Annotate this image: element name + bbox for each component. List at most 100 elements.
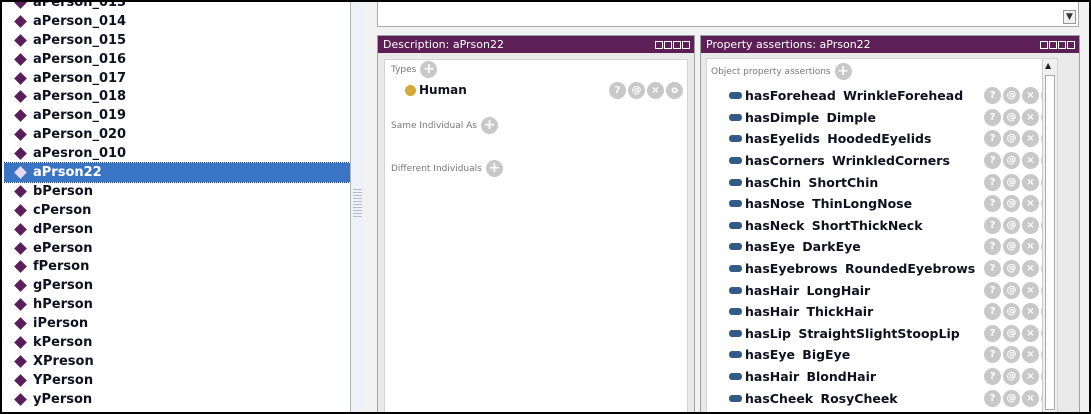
delete-icon[interactable]: × — [1022, 389, 1039, 407]
individual-item[interactable]: gPerson — [4, 276, 350, 295]
annotate-icon[interactable]: @ — [1003, 216, 1020, 234]
assertion-row[interactable]: hasHair BlondHair?@×o — [729, 366, 1057, 388]
split-divider[interactable] — [350, 2, 364, 412]
scroll-thumb[interactable] — [1045, 75, 1055, 410]
annotate-icon[interactable]: @ — [1003, 195, 1020, 213]
individual-item[interactable]: aPerson_014 — [4, 12, 350, 31]
delete-icon[interactable]: × — [1022, 260, 1039, 278]
chevron-down-icon[interactable]: ▼ — [1063, 10, 1076, 24]
delete-icon[interactable]: × — [1022, 303, 1039, 321]
add-different-individual-plus-icon[interactable]: + — [485, 160, 503, 177]
delete-icon[interactable]: × — [647, 81, 664, 99]
individual-item[interactable]: aPerson_020 — [4, 125, 350, 144]
individual-item[interactable]: aPerson_013 — [4, 2, 350, 12]
view-controls[interactable] — [1040, 40, 1079, 49]
help-icon[interactable]: ? — [984, 216, 1001, 234]
assertion-row[interactable]: hasNose ThinLongNose?@×o — [729, 193, 1057, 215]
delete-icon[interactable]: × — [1022, 152, 1039, 170]
individual-item[interactable]: aPerson_019 — [4, 106, 350, 125]
help-icon[interactable]: ? — [984, 195, 1001, 213]
annotate-icon[interactable]: @ — [1003, 152, 1020, 170]
individual-item[interactable]: fPerson — [4, 257, 350, 276]
individual-item[interactable]: hPerson — [4, 295, 350, 314]
assertions-scrollbar[interactable]: ▲ — [1042, 59, 1057, 412]
assertion-row[interactable]: hasEyelids HoodedEyelids?@×o — [729, 128, 1057, 150]
individual-item[interactable]: YPerson — [4, 371, 350, 390]
help-icon[interactable]: ? — [984, 87, 1001, 105]
add-object-property-plus-icon[interactable]: + — [834, 63, 852, 80]
assertion-row[interactable]: hasDimple Dimple?@×o — [729, 107, 1057, 129]
individual-item[interactable]: kPerson — [4, 333, 350, 352]
individual-item[interactable]: cPerson — [4, 201, 350, 220]
individual-item[interactable]: aPesron_010 — [4, 144, 350, 163]
annotate-icon[interactable]: @ — [1003, 130, 1020, 148]
assertion-row[interactable]: hasEye DarkEye?@×o — [729, 236, 1057, 258]
annotate-icon[interactable]: @ — [1003, 346, 1020, 364]
individual-item[interactable]: XPreson — [4, 352, 350, 371]
annotate-icon[interactable]: @ — [1003, 303, 1020, 321]
assertion-row[interactable]: hasHair LongHair?@×o — [729, 279, 1057, 301]
annotate-icon[interactable]: @ — [628, 81, 645, 99]
delete-icon[interactable]: × — [1022, 238, 1039, 256]
scroll-up-icon[interactable]: ▲ — [1045, 61, 1051, 70]
individual-item[interactable]: ePerson — [4, 239, 350, 258]
annotate-icon[interactable]: @ — [1003, 281, 1020, 299]
help-icon[interactable]: ? — [984, 152, 1001, 170]
annotate-icon[interactable]: @ — [1003, 108, 1020, 126]
assertion-row[interactable]: hasEye BigEye?@×o — [729, 344, 1057, 366]
help-icon[interactable]: ? — [984, 260, 1001, 278]
delete-icon[interactable]: × — [1022, 281, 1039, 299]
delete-icon[interactable]: × — [1022, 87, 1039, 105]
assertion-row[interactable]: hasNeck ShortThickNeck?@×o — [729, 215, 1057, 237]
help-icon[interactable]: ? — [984, 346, 1001, 364]
help-icon[interactable]: ? — [984, 130, 1001, 148]
type-row[interactable]: Human ? @ × o — [405, 80, 689, 100]
delete-icon[interactable]: × — [1022, 346, 1039, 364]
individual-item[interactable]: bPerson — [4, 182, 350, 201]
annotate-icon[interactable]: @ — [1003, 238, 1020, 256]
help-icon[interactable]: ? — [984, 238, 1001, 256]
assertion-row[interactable]: hasForehead WrinkleForehead?@×o — [729, 85, 1057, 107]
help-icon[interactable]: ? — [984, 324, 1001, 342]
individual-item[interactable]: iPerson — [4, 314, 350, 333]
individual-item[interactable]: aPerson_016 — [4, 50, 350, 69]
individual-item[interactable]: aPrson22 — [4, 162, 350, 183]
help-icon[interactable]: ? — [609, 81, 626, 99]
assertion-row[interactable]: hasChin ShortChin?@×o — [729, 171, 1057, 193]
annotate-icon[interactable]: @ — [1003, 87, 1020, 105]
individual-item[interactable]: dPerson — [4, 220, 350, 239]
help-icon[interactable]: ? — [984, 108, 1001, 126]
split-grip[interactable] — [353, 187, 362, 217]
annotate-icon[interactable]: @ — [1003, 260, 1020, 278]
assertion-row[interactable]: hasCorners WrinkledCorners?@×o — [729, 150, 1057, 172]
annotate-icon[interactable]: @ — [1003, 389, 1020, 407]
delete-icon[interactable]: × — [1022, 324, 1039, 342]
annotate-icon[interactable]: @ — [1003, 324, 1020, 342]
view-controls[interactable] — [655, 40, 694, 49]
add-type-plus-icon[interactable]: + — [420, 61, 438, 78]
help-icon[interactable]: ? — [984, 368, 1001, 386]
assertion-row[interactable]: hasHair ThickHair?@×o — [729, 301, 1057, 323]
annotate-icon[interactable]: @ — [1003, 173, 1020, 191]
annotate-icon[interactable]: @ — [1003, 368, 1020, 386]
help-icon[interactable]: ? — [984, 281, 1001, 299]
add-same-individual-plus-icon[interactable]: + — [480, 117, 498, 134]
delete-icon[interactable]: × — [1022, 108, 1039, 126]
individual-item[interactable]: yPerson — [4, 390, 350, 409]
help-icon[interactable]: ? — [984, 303, 1001, 321]
individual-item[interactable]: aPerson_018 — [4, 87, 350, 106]
assertion-row[interactable]: hasLip StraightSlightStoopLip?@×o — [729, 323, 1057, 345]
delete-icon[interactable]: × — [1022, 130, 1039, 148]
help-icon[interactable]: ? — [984, 173, 1001, 191]
delete-icon[interactable]: × — [1022, 195, 1039, 213]
assertion-row[interactable]: hasEyebrows RoundedEyebrows?@×o — [729, 258, 1057, 280]
edit-icon[interactable]: o — [666, 81, 683, 99]
individual-item[interactable]: zPerson — [4, 409, 350, 412]
individual-item[interactable]: aPerson_015 — [4, 31, 350, 50]
individual-item[interactable]: aPerson_017 — [4, 69, 350, 88]
assertion-row[interactable]: hasCheek RosyCheek?@×o — [729, 387, 1057, 409]
delete-icon[interactable]: × — [1022, 368, 1039, 386]
delete-icon[interactable]: × — [1022, 216, 1039, 234]
delete-icon[interactable]: × — [1022, 173, 1039, 191]
help-icon[interactable]: ? — [984, 389, 1001, 407]
